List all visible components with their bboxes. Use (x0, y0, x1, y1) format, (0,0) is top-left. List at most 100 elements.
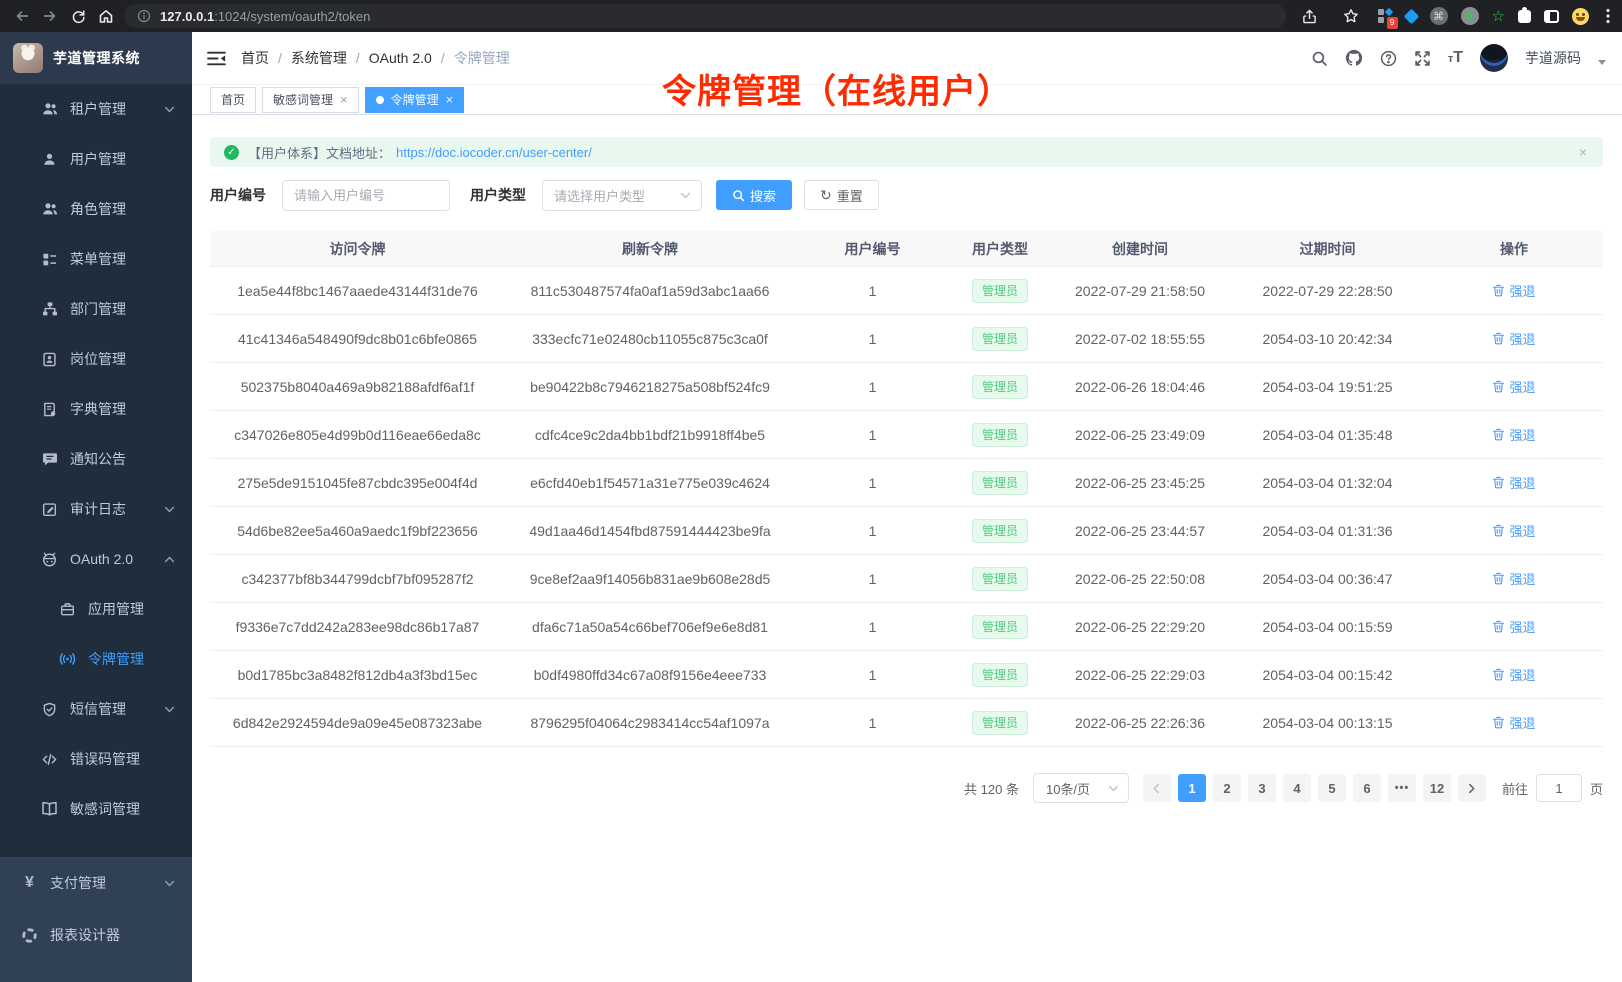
bookmark-star-icon[interactable] (1337, 3, 1365, 29)
avatar[interactable] (1480, 44, 1508, 72)
tab-2[interactable]: 令牌管理× (365, 87, 465, 113)
fold-sidebar-icon[interactable] (207, 50, 226, 67)
sidebar-item-5[interactable]: 岗位管理 (0, 334, 192, 384)
table-row: 275e5de9151045fe87cbdc395e004f4de6cfd40e… (210, 459, 1603, 507)
address-bar[interactable]: 127.0.0.1:1024/system/oauth2/token (124, 4, 1286, 28)
pagination: 共 120 条 10条/页 123456•••12 前往 页 (210, 773, 1603, 803)
sidebar-item-2[interactable]: 角色管理 (0, 184, 192, 234)
breadcrumb-separator: / (441, 50, 445, 66)
pager: 123456•••12 (1143, 774, 1486, 802)
next-page-button[interactable] (1458, 774, 1486, 802)
search-icon[interactable] (1311, 50, 1328, 67)
user-id-input[interactable] (282, 180, 450, 211)
search-button[interactable]: 搜索 (716, 180, 792, 210)
force-logout-button[interactable]: 强退 (1492, 329, 1535, 348)
trash-icon (1492, 716, 1505, 729)
sidebar-item-16[interactable]: 报表设计器 (0, 909, 192, 961)
table-row: 54d6be82ee5a460a9aedc1f9bf22365649d1aa46… (210, 507, 1603, 555)
browser-menu-icon[interactable] (1602, 3, 1614, 29)
page-button-6[interactable]: 6 (1353, 774, 1381, 802)
page-button-3[interactable]: 3 (1248, 774, 1276, 802)
fullscreen-icon[interactable] (1414, 50, 1431, 67)
back-icon[interactable] (8, 3, 36, 29)
sidebar-item-11[interactable]: 令牌管理 (0, 634, 192, 684)
dict-icon (40, 402, 59, 417)
gem-extension-icon[interactable] (1403, 8, 1419, 24)
star-extension-icon[interactable]: ☆ (1492, 9, 1505, 24)
force-logout-button[interactable]: 强退 (1492, 473, 1535, 492)
chevron-down-icon (164, 104, 175, 115)
force-logout-button[interactable]: 强退 (1492, 569, 1535, 588)
created-at-cell: 2022-06-25 22:26:36 (1050, 715, 1230, 731)
help-icon[interactable] (1380, 50, 1397, 67)
sidebar-item-8[interactable]: 审计日志 (0, 484, 192, 534)
logo-area[interactable]: 芋道管理系统 (0, 32, 192, 84)
sidebar-item-10[interactable]: 应用管理 (0, 584, 192, 634)
force-logout-button[interactable]: 强退 (1492, 713, 1535, 732)
goto-page-input[interactable] (1536, 774, 1582, 802)
breadcrumb: 首页/系统管理/OAuth 2.0/令牌管理 (241, 48, 510, 68)
alert-doc-link[interactable]: https://doc.iocoder.cn/user-center/ (396, 145, 592, 160)
sidebar-item-15[interactable]: ¥支付管理 (0, 857, 192, 909)
sidebar-item-13[interactable]: 错误码管理 (0, 734, 192, 784)
reset-button[interactable]: ↻ 重置 (804, 180, 879, 210)
sidebar-item-1[interactable]: 用户管理 (0, 134, 192, 184)
share-icon[interactable] (1296, 3, 1324, 29)
sidebar-item-3[interactable]: 菜单管理 (0, 234, 192, 284)
tab-close-icon[interactable]: × (340, 93, 348, 106)
access-token-cell: c347026e805e4d99b0d116eae66eda8c (210, 427, 505, 443)
breadcrumb-item-2[interactable]: OAuth 2.0 (369, 50, 432, 66)
puzzle-extension-icon[interactable] (1518, 10, 1531, 23)
page-button-2[interactable]: 2 (1213, 774, 1241, 802)
alert-close-icon[interactable]: × (1579, 145, 1587, 159)
github-icon[interactable] (1345, 49, 1363, 67)
sidebar-item-6[interactable]: 字典管理 (0, 384, 192, 434)
sidebar-item-14[interactable]: 敏感词管理 (0, 784, 192, 834)
table-row: c347026e805e4d99b0d116eae66eda8ccdfc4ce9… (210, 411, 1603, 459)
sidepanel-icon[interactable] (1544, 10, 1559, 23)
breadcrumb-item-0[interactable]: 首页 (241, 48, 269, 68)
sidebar-item-7[interactable]: 通知公告 (0, 434, 192, 484)
prev-page-button[interactable] (1143, 774, 1171, 802)
sidebar-item-0[interactable]: 租户管理 (0, 84, 192, 134)
page-button-12[interactable]: 12 (1423, 774, 1451, 802)
tab-1[interactable]: 敏感词管理× (262, 87, 359, 113)
access-token-cell: 1ea5e44f8bc1467aaede43144f31de76 (210, 283, 505, 299)
force-logout-button[interactable]: 强退 (1492, 617, 1535, 636)
table-row: f9336e7c7dd242a283ee98dc86b17a87dfa6c71a… (210, 603, 1603, 651)
page-size-select[interactable]: 10条/页 (1033, 773, 1129, 803)
force-logout-button[interactable]: 强退 (1492, 377, 1535, 396)
force-logout-button[interactable]: 强退 (1492, 521, 1535, 540)
column-header-0: 访问令牌 (210, 239, 505, 259)
profile-emoji-icon[interactable] (1572, 8, 1589, 25)
site-info-icon[interactable] (136, 3, 152, 29)
more-pages-button[interactable]: ••• (1388, 774, 1416, 802)
force-logout-button[interactable]: 强退 (1492, 425, 1535, 444)
tab-0[interactable]: 首页 (210, 87, 256, 113)
user-type-cell: 管理员 (950, 711, 1050, 735)
force-logout-button[interactable]: 强退 (1492, 665, 1535, 684)
access-token-cell: 54d6be82ee5a460a9aedc1f9bf223656 (210, 523, 505, 539)
sidebar-item-9[interactable]: OAuth 2.0 (0, 534, 192, 584)
command-extension-icon[interactable]: ⌘ (1430, 7, 1448, 25)
username[interactable]: 芋道源码 (1525, 48, 1581, 68)
tab-close-icon[interactable]: × (446, 93, 454, 106)
user-menu-caret-icon[interactable] (1598, 60, 1606, 65)
page-button-4[interactable]: 4 (1283, 774, 1311, 802)
sidebar-item-4[interactable]: 部门管理 (0, 284, 192, 334)
sidebar-item-12[interactable]: 短信管理 (0, 684, 192, 734)
badge-icon (40, 352, 59, 367)
user-type-cell: 管理员 (950, 279, 1050, 303)
font-size-icon[interactable]: тT (1448, 49, 1463, 67)
page-button-1[interactable]: 1 (1178, 774, 1206, 802)
token-icon (58, 652, 77, 666)
page-button-5[interactable]: 5 (1318, 774, 1346, 802)
forward-icon[interactable] (36, 3, 64, 29)
home-icon[interactable] (92, 3, 120, 29)
user-type-select[interactable]: 请选择用户类型 (542, 180, 702, 211)
force-logout-button[interactable]: 强退 (1492, 281, 1535, 300)
refresh-icon[interactable] (64, 3, 92, 29)
recorder-extension-icon[interactable] (1461, 7, 1479, 25)
breadcrumb-item-1[interactable]: 系统管理 (291, 48, 347, 68)
extension-grid-icon[interactable]: 9 (1378, 9, 1393, 24)
